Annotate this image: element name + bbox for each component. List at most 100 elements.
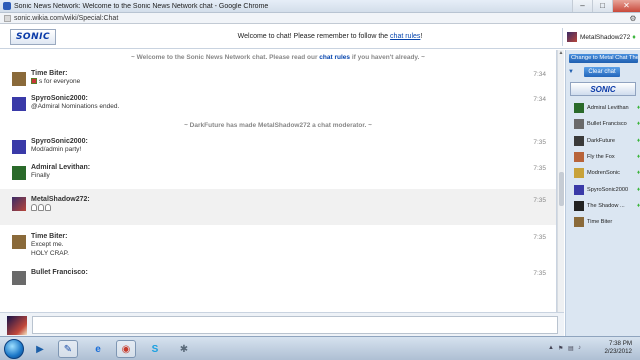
message-timestamp: 7:34: [533, 96, 546, 103]
user-name: ModrenSonic: [587, 170, 620, 177]
current-user-name: MetalShadow272: [580, 33, 631, 41]
chat-message: SpyroSonic2000: Mod/admin party! 7:35: [0, 136, 556, 158]
user-name: Admiral Levithan: [587, 105, 629, 112]
chat-rules-link[interactable]: chat rules: [319, 54, 350, 61]
current-user[interactable]: MetalShadow272 ♦: [562, 28, 640, 46]
message-username[interactable]: Time Biter:: [31, 70, 556, 77]
wiki-logo[interactable]: SONIC: [10, 29, 56, 45]
minimize-button[interactable]: –: [572, 0, 592, 12]
user-list-rail: Change to Metal Chat Theme ▼ Clear chat …: [565, 50, 640, 336]
avatar: [574, 200, 584, 211]
avatar: [574, 152, 584, 163]
user-list-item[interactable]: Bullet Francisco ♦: [574, 116, 640, 132]
welcome-alert: ~ Welcome to the Sonic News Network chat…: [8, 51, 548, 65]
alert-text: if you haven't already. ~: [351, 54, 425, 61]
moderator-icon: ♦: [632, 33, 636, 41]
message-text: Finally: [31, 172, 50, 179]
window-title: Sonic News Network: Welcome to the Sonic…: [14, 2, 269, 10]
message-username[interactable]: SpyroSonic2000:: [31, 138, 556, 145]
user-name: SpyroSonic2000: [587, 186, 629, 193]
url-text[interactable]: sonic.wikia.com/wiki/Special:Chat: [14, 15, 626, 22]
scroll-up-icon[interactable]: ▲: [558, 50, 564, 57]
clear-chat-button[interactable]: Clear chat: [584, 67, 620, 77]
chrome-icon[interactable]: ◉: [116, 340, 136, 358]
address-bar[interactable]: sonic.wikia.com/wiki/Special:Chat ⚙: [0, 13, 640, 24]
avatar[interactable]: [12, 97, 26, 111]
user-list-item[interactable]: Admiral Levithan ♦: [574, 100, 640, 116]
wrench-icon[interactable]: ⚙: [626, 14, 640, 23]
scroll-thumb[interactable]: [559, 172, 564, 206]
message-username[interactable]: MetalShadow272:: [31, 196, 556, 203]
user-name: DarkFuture: [587, 137, 615, 144]
chat-message: Time Biter: s for everyone 7:34: [0, 68, 556, 90]
clock-date: 2/23/2012: [604, 348, 632, 355]
message-username[interactable]: Admiral Levithan:: [31, 164, 556, 171]
moderator-alert: ~ DarkFuture has made MetalShadow272 a c…: [184, 122, 372, 129]
message-timestamp: 7:35: [533, 139, 546, 146]
avatar[interactable]: [12, 72, 26, 86]
maximize-button[interactable]: □: [592, 0, 612, 12]
avatar[interactable]: [12, 235, 26, 249]
collapse-icon[interactable]: ▼: [568, 69, 574, 75]
folder-icon[interactable]: ▶: [30, 340, 50, 358]
chat-message: Bullet Francisco: 7:35: [0, 267, 556, 289]
message-input[interactable]: [32, 316, 558, 334]
internet-explorer-icon[interactable]: e: [88, 340, 108, 358]
user-list-item[interactable]: Time Biter: [574, 214, 640, 230]
user-list-item[interactable]: ModrenSonic ♦: [574, 165, 640, 181]
page-icon: [4, 14, 11, 22]
avatar[interactable]: [12, 140, 26, 154]
ghost-emote-icon: [38, 203, 44, 211]
chat-rules-link[interactable]: chat rules: [390, 33, 420, 40]
pen-icon[interactable]: ✎: [58, 340, 78, 358]
avatar: [7, 316, 27, 335]
user-list-item[interactable]: DarkFuture ♦: [574, 133, 640, 149]
avatar: [574, 135, 584, 146]
skype-icon[interactable]: S: [145, 340, 165, 358]
user-name: Time Biter: [587, 219, 613, 226]
message-timestamp: 7:35: [533, 165, 546, 172]
message-username[interactable]: Time Biter:: [31, 233, 556, 240]
volume-icon[interactable]: ♪: [578, 345, 585, 352]
start-button[interactable]: [4, 339, 24, 359]
chat-message: Time Biter: Except me. HOLY CRAP. 7:35: [0, 231, 556, 261]
message-text: Except me.: [31, 241, 64, 248]
message-timestamp: 7:34: [533, 71, 546, 78]
message-username[interactable]: Bullet Francisco:: [31, 269, 556, 276]
system-tray: ▲ ⚑ ▤ ♪ 7:38 PM 2/23/2012: [544, 339, 634, 359]
avatar: [567, 32, 577, 42]
close-button[interactable]: ✕: [612, 0, 640, 12]
welcome-end: !: [420, 33, 423, 40]
message-text: @Admiral Nominations ended.: [31, 103, 120, 110]
user-list-item[interactable]: SpyroSonic2000 ♦: [574, 181, 640, 197]
emote-icon: [31, 78, 37, 85]
chat-log[interactable]: ~ Welcome to the Sonic News Network chat…: [0, 50, 557, 312]
ghost-emote-icon: [31, 203, 37, 211]
theme-button[interactable]: Change to Metal Chat Theme: [569, 54, 638, 63]
avatar: [574, 168, 584, 179]
user-list-item[interactable]: Fly the Fox ♦: [574, 149, 640, 165]
user-name: Bullet Francisco: [587, 121, 627, 128]
ghost-emote-icon: [45, 203, 51, 211]
user-list-item[interactable]: The Shadow ... ♦: [574, 198, 640, 214]
paint-icon[interactable]: ✱: [174, 340, 194, 358]
avatar: [574, 119, 584, 130]
welcome-message: Welcome to chat! Please remember to foll…: [200, 33, 460, 40]
flag-icon[interactable]: ⚑: [558, 345, 565, 352]
network-icon[interactable]: ▤: [568, 345, 575, 352]
chat-message-self: MetalShadow272: 7:35: [0, 189, 556, 225]
clock[interactable]: 7:38 PM 2/23/2012: [604, 340, 632, 356]
message-username[interactable]: SpyroSonic2000:: [31, 95, 556, 102]
avatar: [574, 184, 584, 195]
message-text: HOLY CRAP.: [31, 250, 69, 257]
chat-message: Admiral Levithan: Finally 7:35: [0, 162, 556, 184]
avatar[interactable]: [12, 166, 26, 180]
arrow-up-icon[interactable]: ▲: [548, 345, 555, 352]
logo-text: SONIC: [590, 84, 616, 94]
avatar: [574, 217, 584, 228]
avatar[interactable]: [12, 197, 26, 211]
avatar[interactable]: [12, 271, 26, 285]
alert-text: ~ Welcome to the Sonic News Network chat…: [131, 54, 318, 61]
rail-wiki-logo[interactable]: SONIC: [570, 82, 636, 96]
chat-scrollbar[interactable]: ▲: [557, 50, 564, 312]
